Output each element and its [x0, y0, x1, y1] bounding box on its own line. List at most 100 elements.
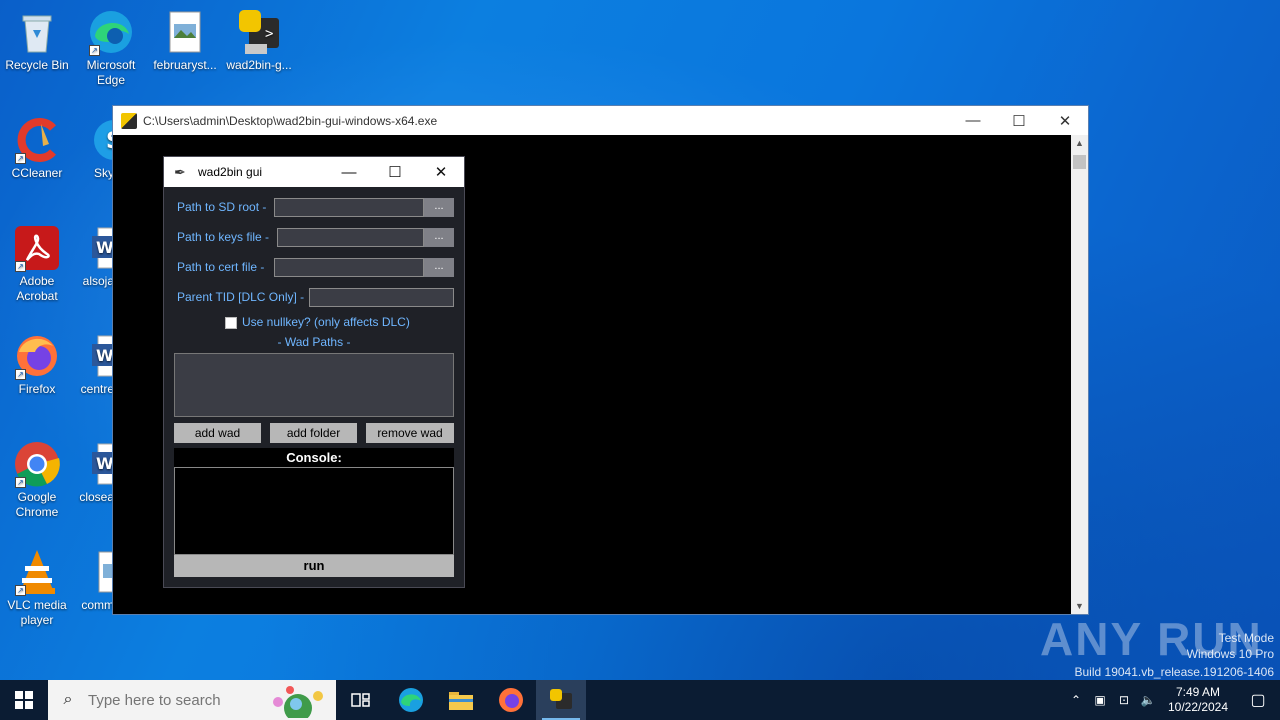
desktop-icon-label: Adobe Acrobat [16, 274, 58, 303]
python-exe-icon: > [235, 8, 283, 56]
remove-wad-button[interactable]: remove wad [366, 423, 454, 443]
volume-icon[interactable]: 🔈 [1136, 693, 1160, 707]
desktop-icon-label: Google Chrome [15, 490, 59, 519]
desktop-icon-label: wad2bin-g... [226, 58, 292, 72]
desktop-icon-wad2bin[interactable]: > wad2bin-g... [222, 8, 296, 73]
desktop-icon-label: alsoja [82, 274, 114, 288]
gui-titlebar[interactable]: ✒ wad2bin gui — ☐ ✕ [164, 157, 464, 187]
edge-icon: ↗ [87, 8, 135, 56]
system-tray: ⌃ ▣ ⊡ 🔈 7:49 AM 10/22/2024 ▢ [1064, 680, 1280, 720]
ccleaner-icon: ↗ [13, 116, 61, 164]
taskbar-wad2bin[interactable] [536, 680, 586, 720]
minimize-button[interactable]: — [950, 106, 996, 135]
network-icon[interactable]: ⊡ [1112, 693, 1136, 707]
desktop-icon-februaryst[interactable]: februaryst... [148, 8, 222, 73]
add-folder-button[interactable]: add folder [270, 423, 357, 443]
console-titlebar[interactable]: C:\Users\admin\Desktop\wad2bin-gui-windo… [113, 106, 1088, 135]
wad-paths-list[interactable] [174, 353, 454, 417]
task-view-button[interactable] [336, 680, 386, 720]
maximize-button[interactable]: ☐ [372, 157, 418, 187]
keys-file-browse-button[interactable]: ... [424, 228, 454, 247]
search-highlight-icon [266, 682, 330, 720]
scroll-up-icon[interactable]: ▲ [1071, 135, 1088, 151]
add-wad-button[interactable]: add wad [174, 423, 261, 443]
watermark-build: Build 19041.vb_release.191206-1406 [1074, 665, 1275, 679]
word-document-icon: W [90, 440, 114, 488]
cert-file-browse-button[interactable]: ... [424, 258, 454, 277]
shortcut-arrow-icon: ↗ [89, 45, 100, 56]
folder-icon [449, 692, 473, 710]
nullkey-label: Use nullkey? (only affects DLC) [242, 315, 410, 329]
desktop-icon-alsoja[interactable]: W alsoja [74, 224, 114, 289]
taskbar-file-explorer[interactable] [436, 680, 486, 720]
chrome-icon: ↗ [13, 440, 61, 488]
desktop-icon-vlc[interactable]: ↗ VLC media player [0, 548, 74, 628]
svg-text:>: > [265, 26, 273, 42]
desktop-icon-firefox[interactable]: ↗ Firefox [0, 332, 74, 397]
image-file-icon [161, 8, 209, 56]
parent-tid-label: Parent TID [DLC Only] - [177, 290, 305, 304]
clock[interactable]: 7:49 AM 10/22/2024 [1160, 685, 1236, 715]
watermark-test-mode: Test Mode [1218, 631, 1274, 645]
maximize-button[interactable]: ☐ [996, 106, 1042, 135]
desktop-icon-comm[interactable]: comm [74, 548, 114, 613]
desktop-icon-label: Recycle Bin [5, 58, 69, 72]
word-document-icon: W [90, 332, 114, 380]
nullkey-checkbox[interactable] [225, 317, 237, 329]
close-button[interactable]: ✕ [1042, 106, 1088, 135]
console-label: Console: [174, 448, 454, 467]
close-button[interactable]: ✕ [418, 157, 464, 187]
desktop-icon-centre[interactable]: W centre [74, 332, 114, 397]
desktop-icon-label: CCleaner [11, 166, 63, 180]
task-view-icon [351, 693, 370, 707]
shortcut-arrow-icon: ↗ [15, 369, 26, 380]
run-button[interactable]: run [174, 555, 454, 577]
desktop-icon-closea[interactable]: W closea [74, 440, 114, 505]
recycle-bin-icon [13, 8, 61, 56]
taskbar: ⌕ ⌃ ▣ ⊡ 🔈 7:49 AM 10/22/2024 ▢ [0, 680, 1280, 720]
search-input[interactable] [88, 691, 268, 709]
taskbar-edge[interactable] [386, 680, 436, 720]
taskbar-firefox[interactable] [486, 680, 536, 720]
watermark-windows-edition: Windows 10 Pro [1186, 647, 1274, 661]
parent-tid-input[interactable] [309, 288, 454, 307]
console-title: C:\Users\admin\Desktop\wad2bin-gui-windo… [143, 113, 438, 128]
sd-root-input[interactable] [274, 198, 424, 217]
desktop-icon-label: VLC media player [7, 598, 67, 627]
notification-icon[interactable]: ▢ [1236, 690, 1280, 710]
vlc-icon: ↗ [13, 548, 61, 596]
keys-file-input[interactable] [277, 228, 424, 247]
feather-icon: ✒ [174, 163, 186, 180]
scrollbar-thumb[interactable] [1073, 155, 1086, 169]
desktop-icon-label: comm [81, 598, 114, 612]
taskbar-search[interactable]: ⌕ [48, 680, 336, 720]
shortcut-arrow-icon: ↗ [15, 153, 26, 164]
chevron-up-icon[interactable]: ⌃ [1064, 693, 1088, 707]
cert-file-input[interactable] [274, 258, 424, 277]
desktop-icon-recycle-bin[interactable]: Recycle Bin [0, 8, 74, 73]
desktop-icon-skype[interactable]: S Sky [74, 116, 114, 181]
python-exe-icon [550, 689, 572, 709]
firefox-icon [499, 688, 523, 712]
wad-paths-label: - Wad Paths - [277, 335, 351, 349]
console-output[interactable] [174, 467, 454, 555]
desktop-icon-label: centre [80, 382, 114, 396]
desktop-icon-edge[interactable]: ↗ Microsoft Edge [74, 8, 148, 88]
minimize-button[interactable]: — [326, 157, 372, 187]
start-button[interactable] [0, 680, 48, 720]
desktop-icon-ccleaner[interactable]: ↗ CCleaner [0, 116, 74, 181]
sd-root-browse-button[interactable]: ... [424, 198, 454, 217]
clock-date: 10/22/2024 [1167, 700, 1229, 714]
firefox-icon: ↗ [13, 332, 61, 380]
desktop-icon-chrome[interactable]: ↗ Google Chrome [0, 440, 74, 520]
sd-root-label: Path to SD root - [177, 200, 267, 214]
shortcut-arrow-icon: ↗ [15, 477, 26, 488]
desktop-icon-acrobat[interactable]: ↗ Adobe Acrobat [0, 224, 74, 304]
console-scrollbar[interactable]: ▲ ▼ [1071, 135, 1088, 614]
word-document-icon: W [90, 224, 114, 272]
clock-time: 7:49 AM [1175, 685, 1221, 699]
skype-icon: S [90, 116, 114, 164]
device-icon[interactable]: ▣ [1088, 693, 1112, 707]
wad2bin-gui-window[interactable]: ✒ wad2bin gui — ☐ ✕ Path to SD root - ..… [163, 156, 465, 588]
cert-file-label: Path to cert file - [177, 260, 265, 274]
